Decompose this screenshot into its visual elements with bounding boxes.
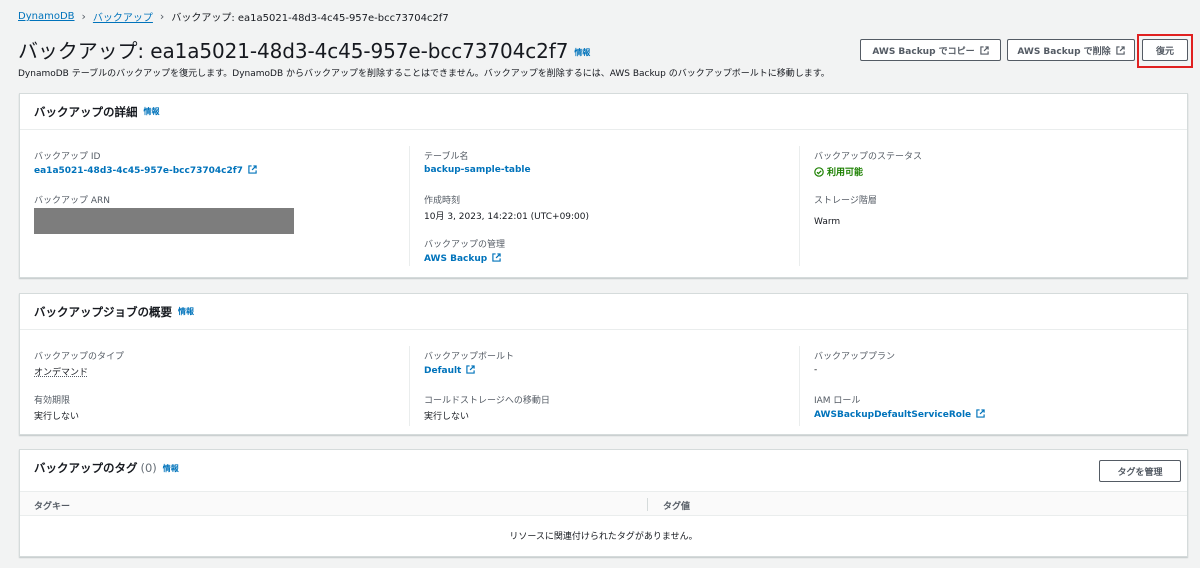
backup-plan-value: - [814, 365, 818, 375]
check-circle-icon [814, 166, 824, 177]
backup-type-label: バックアップのタイプ [34, 352, 125, 362]
backup-details-panel: バックアップの詳細 情報 バックアップ ID ea1a5021-48d3-4c4… [19, 93, 1188, 278]
breadcrumb-backups[interactable]: バックアップ [93, 9, 153, 24]
manage-tags-label: タグを管理 [1117, 467, 1163, 478]
table-name-link[interactable]: backup-sample-table [424, 165, 531, 175]
external-link-icon [976, 409, 985, 418]
manage-tags-button[interactable]: タグを管理 [1099, 460, 1181, 482]
table-name-label: テーブル名 [424, 152, 469, 162]
backup-vault-label: バックアップボールト [424, 352, 515, 362]
backup-job-summary-panel: バックアップジョブの概要 情報 バックアップのタイプ オンデマンド 有効期限 実… [19, 293, 1188, 435]
column-resize-handle[interactable] [647, 498, 648, 511]
info-link[interactable]: 情報 [574, 48, 590, 57]
backup-id-link[interactable]: ea1a5021-48d3-4c45-957e-bcc73704c2f7 [34, 165, 257, 176]
chevron-right-icon: › [159, 10, 165, 23]
info-link[interactable]: 情報 [163, 463, 179, 474]
empty-state-text: リソースに関連付けられたタグがありません。 [509, 532, 698, 542]
expiry-label: 有効期限 [34, 396, 71, 406]
backup-job-summary-title: バックアップジョブの概要 [34, 304, 172, 319]
backup-tags-title: バックアップのタグ (0) [34, 460, 157, 476]
column-divider [409, 146, 410, 266]
breadcrumb-current: バックアップ: ea1a5021-48d3-4c45-957e-bcc73704… [171, 13, 449, 24]
column-divider [799, 346, 800, 426]
external-link-icon [466, 365, 476, 374]
restore-button[interactable]: 復元 [1142, 39, 1188, 61]
redacted-arn-value [34, 208, 294, 234]
delete-button-label: AWS Backup で削除 [1017, 46, 1111, 57]
copy-in-aws-backup-button[interactable]: AWS Backup でコピー [860, 39, 1001, 61]
status-text: 利用可能 [827, 168, 864, 178]
status-badge: 利用可能 [814, 165, 863, 178]
external-link-icon [492, 253, 501, 262]
page-title: バックアップ: ea1a5021-48d3-4c45-957e-bcc73704… [18, 35, 590, 64]
external-link-icon [1115, 45, 1125, 55]
tags-table-header: タグキー タグ値 [20, 491, 1187, 516]
column-divider [799, 146, 800, 266]
iam-role-label: IAM ロール [814, 396, 861, 406]
backup-id-label: バックアップ ID [34, 152, 101, 162]
aws-backup-link[interactable]: AWS Backup [424, 253, 501, 264]
aws-backup-link-label: AWS Backup [424, 254, 488, 264]
backup-plan-label: バックアッププラン [814, 352, 896, 362]
backup-tags-title-text: バックアップのタグ [34, 461, 138, 475]
external-link-icon [248, 165, 257, 174]
external-link-icon [979, 45, 989, 55]
iam-role-link[interactable]: AWSBackupDefaultServiceRole [814, 409, 985, 420]
backup-vault-value: Default [424, 366, 462, 376]
backup-tags-panel: バックアップのタグ (0) 情報 タグを管理 タグキー タグ値 リソースに関連付け… [19, 449, 1188, 557]
expiry-value: 実行しない [34, 412, 80, 422]
backup-tags-header: バックアップのタグ (0) 情報 [20, 450, 1187, 486]
iam-role-value: AWSBackupDefaultServiceRole [814, 410, 972, 420]
backup-arn-label: バックアップ ARN [34, 196, 111, 206]
info-link[interactable]: 情報 [178, 306, 194, 317]
page-title-text: バックアップ: ea1a5021-48d3-4c45-957e-bcc73704… [18, 39, 569, 63]
backup-details-title: バックアップの詳細 [34, 104, 138, 119]
breadcrumb-dynamodb[interactable]: DynamoDB [18, 11, 75, 22]
breadcrumb: DynamoDB › バックアップ › バックアップ: ea1a5021-48d… [18, 9, 449, 24]
restore-button-label: 復元 [1155, 46, 1174, 57]
cold-storage-label: コールドストレージへの移動日 [424, 396, 550, 406]
created-time-label: 作成時刻 [424, 196, 461, 206]
page-description: DynamoDB テーブルのバックアップを復元します。DynamoDB からバッ… [18, 69, 830, 79]
info-link[interactable]: 情報 [144, 106, 160, 117]
chevron-right-icon: › [81, 10, 86, 23]
copy-button-label: AWS Backup でコピー [872, 46, 975, 57]
column-header-tag-key[interactable]: タグキー [34, 499, 70, 512]
delete-in-aws-backup-button[interactable]: AWS Backup で削除 [1007, 39, 1135, 61]
backup-vault-link[interactable]: Default [424, 365, 476, 376]
storage-tier-value: Warm [814, 217, 841, 227]
tag-count: (0) [140, 461, 157, 475]
column-divider [409, 346, 410, 426]
backup-type-value: オンデマンド [34, 368, 89, 378]
cold-storage-value: 実行しない [424, 412, 470, 422]
column-header-tag-value[interactable]: タグ値 [663, 499, 690, 512]
backup-details-header: バックアップの詳細 情報 [20, 94, 1187, 130]
created-time-value: 10月 3, 2023, 14:22:01 (UTC+09:00) [424, 212, 590, 222]
backup-management-label: バックアップの管理 [424, 240, 506, 250]
backup-status-label: バックアップのステータス [814, 152, 923, 162]
backup-id-value: ea1a5021-48d3-4c45-957e-bcc73704c2f7 [34, 166, 243, 176]
storage-tier-label: ストレージ階層 [814, 196, 877, 206]
backup-job-summary-header: バックアップジョブの概要 情報 [20, 294, 1187, 330]
